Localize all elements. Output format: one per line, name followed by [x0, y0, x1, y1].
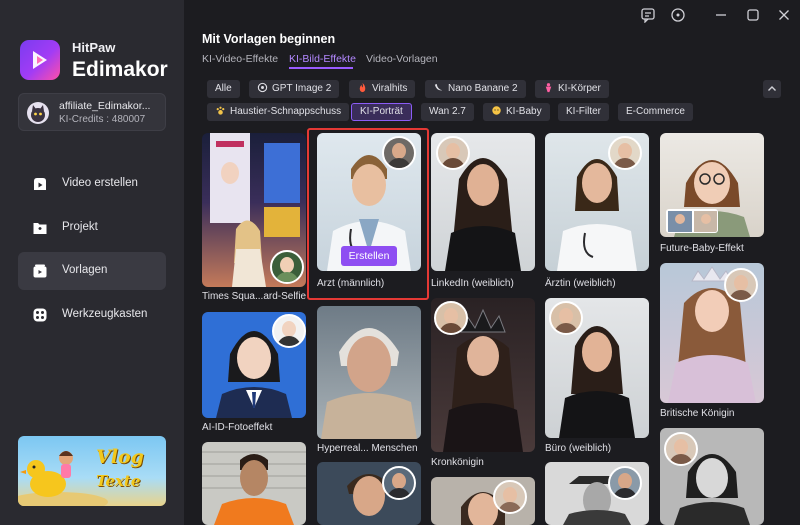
chip-label: E-Commerce [626, 106, 685, 117]
selected-card-frame [307, 128, 429, 300]
folder-icon [33, 223, 47, 234]
chip-label: Nano Banane 2 [448, 83, 518, 94]
info-icon[interactable] [670, 7, 686, 23]
nav-label: Werkzeugkasten [62, 308, 148, 320]
nav-label: Projekt [62, 221, 98, 233]
template-icon [33, 264, 47, 278]
source-face-inset [724, 268, 758, 302]
filter-chip-viralhits[interactable]: Viralhits [349, 80, 416, 98]
banner-title: Vlog [96, 446, 144, 468]
chip-label: KI-Filter [566, 106, 601, 117]
cat-avatar-icon [31, 105, 45, 122]
filter-chip-wan-2-7[interactable]: Wan 2.7 [421, 103, 474, 121]
baby-icon [492, 106, 501, 115]
nav-vorlagen[interactable]: Vorlagen [18, 252, 166, 290]
hyperreal-image [321, 328, 417, 439]
account-name: affiliate_Edimakor... [59, 100, 151, 112]
template-label: Hyperreal... Menschen [317, 443, 418, 454]
openai-icon [257, 82, 268, 93]
banner-subtitle: Texte [96, 472, 141, 490]
chip-label: Wan 2.7 [429, 106, 466, 117]
mugshot-image [202, 451, 306, 525]
source-face-inset [436, 136, 470, 170]
template-card-hyperreal[interactable] [317, 306, 421, 439]
brand-name-main: Edimakor [72, 58, 168, 81]
template-label: Ärztin (weiblich) [545, 278, 616, 289]
sidebar: HitPaw Edimakor affiliate_Edimakor... KI… [0, 0, 184, 525]
nav-label: Vorlagen [62, 264, 108, 276]
account-credits: KI-Credits : 480007 [59, 114, 146, 125]
source-face-inset [608, 136, 642, 170]
source-face-inset [434, 301, 468, 335]
template-card-mugshot[interactable] [202, 442, 306, 525]
chip-label: GPT Image 2 [272, 83, 332, 94]
nav-label: Video erstellen [62, 177, 138, 189]
filter-chip-alle[interactable]: Alle [207, 80, 240, 98]
toolbox-icon [33, 308, 47, 322]
source-face-inset [382, 466, 416, 500]
video-create-icon [34, 178, 46, 190]
fire-icon [359, 82, 366, 93]
source-face-inset [664, 432, 698, 466]
nav-werkzeugkasten[interactable]: Werkzeugkasten [18, 296, 166, 334]
maximize-icon[interactable] [745, 7, 761, 23]
template-label: Büro (weiblich) [545, 443, 612, 454]
filter-chip-gpt-image-2[interactable]: GPT Image 2 [249, 80, 340, 98]
template-label: Times Squa...ard-Selfie [202, 291, 307, 302]
app-logo [20, 40, 60, 80]
minimize-icon[interactable] [713, 7, 729, 23]
source-face-inset [272, 314, 306, 348]
filter-chip-haustier-schnappschuss[interactable]: Haustier-Schnappschuss [207, 103, 350, 121]
chip-label: Haustier-Schnappschuss [230, 106, 342, 117]
close-icon[interactable] [776, 7, 792, 23]
chip-label: KI-Körper [558, 83, 601, 94]
nav-video-erstellen[interactable]: Video erstellen [18, 165, 166, 203]
nav-projekt[interactable]: Projekt [18, 209, 166, 247]
avatar [27, 102, 49, 124]
template-label: Britische Königin [660, 408, 735, 419]
vlog-texte-banner[interactable]: Vlog Texte [18, 436, 166, 506]
feedback-icon[interactable] [640, 7, 656, 23]
banana-icon [434, 83, 443, 91]
active-tab-underline [289, 67, 353, 69]
collapse-filters-button[interactable] [763, 80, 781, 98]
tab-ki-bild-effekte[interactable]: KI-Bild-Effekte [289, 53, 356, 65]
chip-label: KI-Baby [506, 106, 542, 117]
template-label: LinkedIn (weiblich) [431, 278, 514, 289]
template-label: Kronkönigin [431, 457, 484, 468]
source-face-inset [549, 301, 583, 335]
tab-video-vorlagen[interactable]: Video-Vorlagen [366, 53, 438, 65]
account-panel[interactable]: affiliate_Edimakor... KI-Credits : 48000… [18, 93, 166, 131]
template-label: Future-Baby-Effekt [660, 243, 744, 254]
brand-name-top: HitPaw [72, 40, 116, 55]
filter-chip-nano-banane-2[interactable]: Nano Banane 2 [425, 80, 526, 98]
tab-ki-video-effekte[interactable]: KI-Video-Effekte [202, 53, 278, 65]
template-label: Arzt (männlich) [317, 278, 385, 289]
source-face-inset [608, 466, 642, 500]
source-face-inset [270, 250, 304, 284]
filter-chip-ki-portraet[interactable]: KI-Porträt [351, 103, 412, 121]
filter-chip-ki-baby[interactable]: KI-Baby [483, 103, 550, 121]
chip-label: Viralhits [372, 83, 408, 94]
filter-chip-ki-koerper[interactable]: KI-Körper [535, 80, 609, 98]
logo-play-icon [33, 51, 47, 69]
body-icon [545, 83, 552, 93]
chevron-up-icon [768, 86, 776, 91]
paw-icon [216, 106, 225, 115]
source-face-inset [493, 480, 527, 514]
parents-faces-icon [668, 211, 717, 232]
page-title: Mit Vorlagen beginnen [202, 32, 336, 46]
filter-chip-ki-filter[interactable]: KI-Filter [558, 103, 609, 121]
erstellen-button[interactable]: Erstellen [341, 246, 397, 266]
parents-photo-strip [666, 209, 718, 233]
chip-label: KI-Porträt [360, 106, 403, 117]
filter-chip-e-commerce[interactable]: E-Commerce [618, 103, 693, 121]
chip-label: Alle [215, 83, 232, 94]
template-label: AI-ID-Fotoeffekt [202, 422, 273, 433]
